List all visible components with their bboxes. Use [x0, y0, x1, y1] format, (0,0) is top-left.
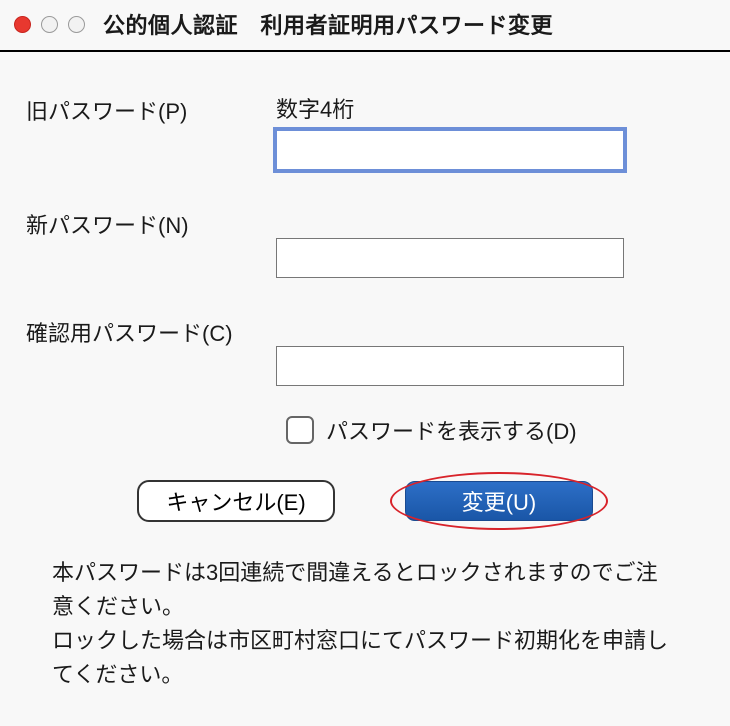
- confirm-password-right: [276, 314, 704, 386]
- titlebar: 公的個人認証 利用者証明用パスワード変更: [0, 0, 730, 52]
- show-password-label: パスワードを表示する(D): [326, 414, 577, 446]
- close-icon[interactable]: [14, 16, 31, 33]
- cancel-button[interactable]: キャンセル(E): [137, 480, 335, 522]
- confirm-password-input[interactable]: [276, 346, 624, 386]
- zoom-icon: [68, 16, 85, 33]
- old-password-right: 数字4桁: [276, 92, 704, 170]
- warning-line-1: 本パスワードは3回連続で間違えるとロックされますのでご注意ください。: [52, 556, 678, 624]
- warning-line-2: ロックした場合は市区町村窓口にてパスワード初期化を申請してください。: [52, 624, 678, 692]
- confirm-password-label: 確認用パスワード(C): [26, 314, 276, 348]
- warning-text: 本パスワードは3回連続で間違えるとロックされますのでご注意ください。 ロックした…: [26, 556, 704, 692]
- button-row: キャンセル(E) 変更(U): [26, 480, 704, 522]
- new-password-right: [276, 206, 704, 278]
- dialog-content: 旧パスワード(P) 数字4桁 新パスワード(N) 確認用パスワード(C) パスワ…: [0, 52, 730, 712]
- old-password-row: 旧パスワード(P) 数字4桁: [26, 92, 704, 170]
- show-password-row: パスワードを表示する(D): [286, 414, 704, 446]
- old-password-label: 旧パスワード(P): [26, 92, 276, 126]
- change-button[interactable]: 変更(U): [405, 481, 593, 521]
- change-button-wrap: 変更(U): [405, 481, 593, 521]
- new-password-row: 新パスワード(N): [26, 206, 704, 278]
- confirm-password-row: 確認用パスワード(C): [26, 314, 704, 386]
- minimize-icon: [41, 16, 58, 33]
- old-password-input[interactable]: [276, 130, 624, 170]
- window-title: 公的個人認証 利用者証明用パスワード変更: [103, 8, 553, 40]
- traffic-lights: [14, 16, 85, 33]
- old-password-hint: 数字4桁: [276, 92, 704, 124]
- show-password-checkbox[interactable]: [286, 416, 314, 444]
- new-password-input[interactable]: [276, 238, 624, 278]
- new-password-label: 新パスワード(N): [26, 206, 276, 240]
